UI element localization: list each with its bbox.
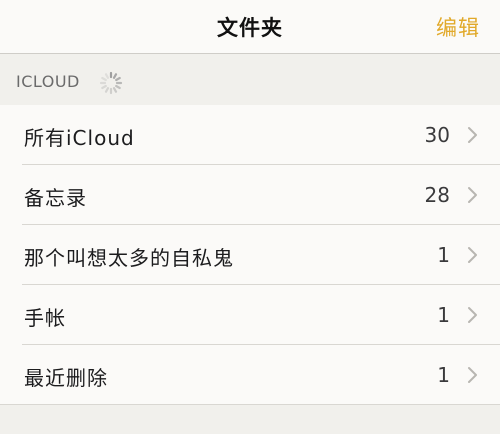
chevron-right-icon <box>468 187 477 203</box>
folder-row-custom[interactable]: 那个叫想太多的自私鬼 1 <box>0 225 500 285</box>
folder-row-all-icloud[interactable]: 所有iCloud 30 <box>0 105 500 165</box>
folder-name: 手帐 <box>24 306 66 330</box>
navigation-bar: 文件夹 编辑 <box>0 0 500 54</box>
chevron-right-icon <box>468 367 477 383</box>
folder-count: 1 <box>437 243 450 267</box>
folder-count: 30 <box>424 123 450 147</box>
folder-count: 28 <box>424 183 450 207</box>
section-header-icloud: ICLOUD <box>0 54 500 106</box>
folder-row-recently-deleted[interactable]: 最近删除 1 <box>0 345 500 405</box>
list-footer-background <box>0 405 500 434</box>
folder-row-notes[interactable]: 备忘录 28 <box>0 165 500 225</box>
folder-list: 所有iCloud 30 备忘录 28 那个叫想太多的自私鬼 1 手帐 1 最近删… <box>0 105 500 405</box>
edit-button[interactable]: 编辑 <box>436 12 480 42</box>
chevron-right-icon <box>468 247 477 263</box>
folder-row-journal[interactable]: 手帐 1 <box>0 285 500 345</box>
chevron-right-icon <box>468 127 477 143</box>
folder-count: 1 <box>437 363 450 387</box>
folder-name: 所有iCloud <box>24 126 135 150</box>
chevron-right-icon <box>468 307 477 323</box>
loading-spinner-icon <box>99 71 123 95</box>
page-title: 文件夹 <box>217 16 283 40</box>
folder-count: 1 <box>437 303 450 327</box>
folder-name: 最近删除 <box>24 366 108 390</box>
folder-name: 备忘录 <box>24 186 87 210</box>
folder-name: 那个叫想太多的自私鬼 <box>24 246 234 270</box>
section-label: ICLOUD <box>16 72 80 91</box>
